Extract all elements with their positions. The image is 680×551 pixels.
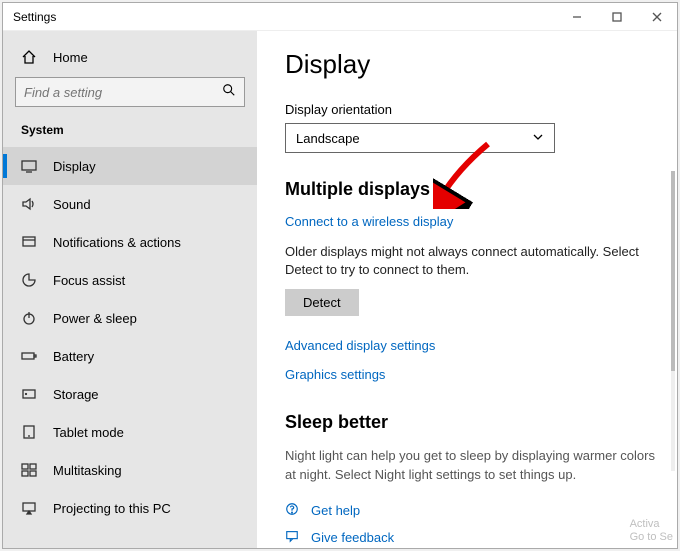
nav-label: Notifications & actions (53, 235, 181, 250)
activation-watermark: Activa Go to Se (630, 518, 673, 544)
nav-label: Battery (53, 349, 94, 364)
scrollbar-thumb[interactable] (671, 171, 675, 371)
search-box[interactable] (15, 77, 245, 107)
get-help-link[interactable]: Get help (285, 502, 657, 519)
search-input[interactable] (24, 85, 222, 100)
category-title: System (3, 121, 257, 147)
orientation-value: Landscape (296, 131, 360, 146)
home-label: Home (53, 50, 88, 65)
nav-item-display[interactable]: Display (3, 147, 257, 185)
advanced-display-link[interactable]: Advanced display settings (285, 338, 657, 353)
feedback-label: Give feedback (311, 530, 394, 545)
orientation-dropdown[interactable]: Landscape (285, 123, 555, 153)
chevron-down-icon (532, 131, 544, 146)
nav-label: Sound (53, 197, 91, 212)
nav-item-battery[interactable]: Battery (3, 337, 257, 375)
feedback-icon (285, 529, 301, 546)
minimize-button[interactable] (557, 3, 597, 30)
window-title: Settings (13, 10, 557, 24)
page-title: Display (285, 49, 657, 80)
help-icon (285, 502, 301, 519)
nav-item-storage[interactable]: Storage (3, 375, 257, 413)
projecting-icon (21, 500, 39, 516)
detect-button[interactable]: Detect (285, 289, 359, 316)
search-icon (222, 83, 236, 102)
nav-label: Projecting to this PC (53, 501, 171, 516)
nav-item-power[interactable]: Power & sleep (3, 299, 257, 337)
nav-item-multitasking[interactable]: Multitasking (3, 451, 257, 489)
display-icon (21, 158, 39, 174)
main-panel: Display Display orientation Landscape Mu… (257, 31, 677, 548)
older-displays-desc: Older displays might not always connect … (285, 243, 657, 279)
nav-label: Focus assist (53, 273, 125, 288)
sound-icon (21, 196, 39, 212)
power-icon (21, 310, 39, 326)
focus-assist-icon (21, 272, 39, 288)
nav-label: Tablet mode (53, 425, 124, 440)
close-button[interactable] (637, 3, 677, 30)
notifications-icon (21, 234, 39, 250)
multiple-displays-heading: Multiple displays (285, 179, 657, 200)
maximize-button[interactable] (597, 3, 637, 30)
nav-item-notifications[interactable]: Notifications & actions (3, 223, 257, 261)
tablet-icon (21, 424, 39, 440)
home-icon (21, 49, 39, 65)
settings-window: Settings Home System Display (2, 2, 678, 549)
content-area: Home System Display Sound Notifications (3, 31, 677, 548)
nav-item-focus-assist[interactable]: Focus assist (3, 261, 257, 299)
nav-label: Storage (53, 387, 99, 402)
sleep-better-heading: Sleep better (285, 412, 657, 433)
get-help-label: Get help (311, 503, 360, 518)
scrollbar[interactable] (671, 171, 675, 471)
nav-label: Multitasking (53, 463, 122, 478)
connect-wireless-link[interactable]: Connect to a wireless display (285, 214, 657, 229)
nav-item-tablet[interactable]: Tablet mode (3, 413, 257, 451)
storage-icon (21, 386, 39, 402)
graphics-settings-link[interactable]: Graphics settings (285, 367, 657, 382)
nav-list: Display Sound Notifications & actions Fo… (3, 147, 257, 527)
sleep-desc: Night light can help you get to sleep by… (285, 447, 657, 483)
battery-icon (21, 348, 39, 364)
sidebar: Home System Display Sound Notifications (3, 31, 257, 548)
nav-item-sound[interactable]: Sound (3, 185, 257, 223)
nav-label: Power & sleep (53, 311, 137, 326)
nav-label: Display (53, 159, 96, 174)
titlebar: Settings (3, 3, 677, 31)
window-controls (557, 3, 677, 30)
nav-item-projecting[interactable]: Projecting to this PC (3, 489, 257, 527)
give-feedback-link[interactable]: Give feedback (285, 529, 657, 546)
orientation-label: Display orientation (285, 102, 657, 117)
multitasking-icon (21, 462, 39, 478)
home-button[interactable]: Home (3, 43, 257, 77)
